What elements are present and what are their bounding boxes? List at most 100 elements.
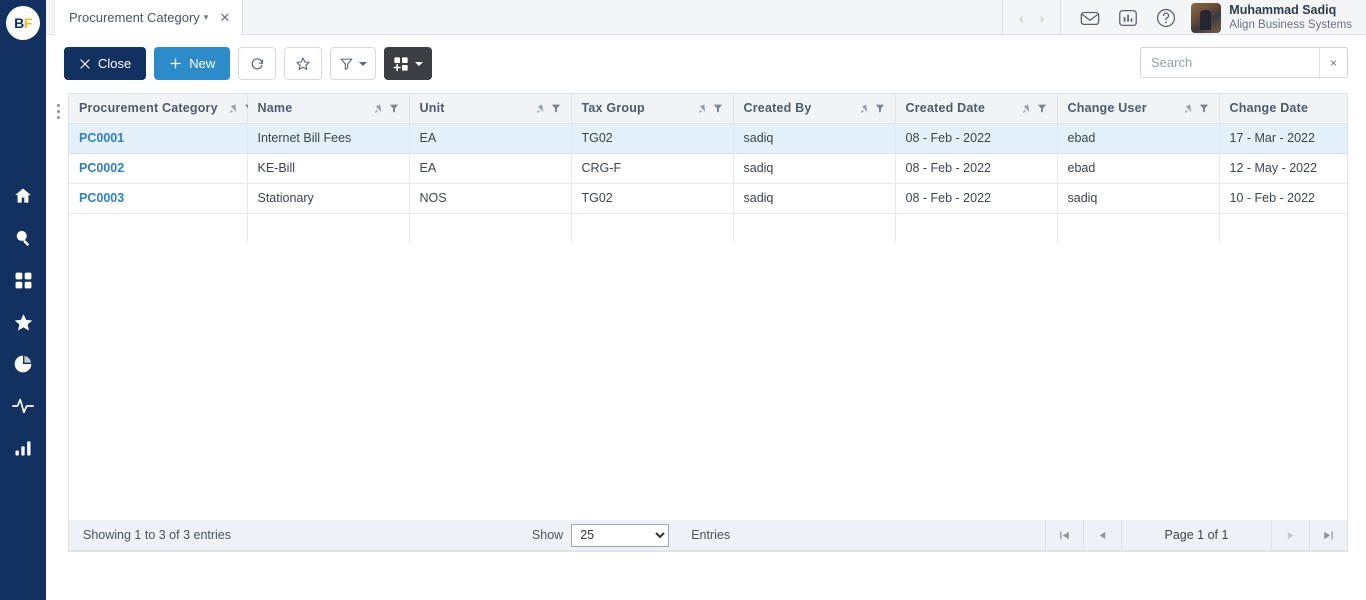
close-button[interactable]: Close [64,47,147,80]
pagination: Page 1 of 1 [1044,519,1347,551]
search-box[interactable]: × [1140,47,1348,78]
table-empty-row [69,213,1347,243]
table-row[interactable]: PC0001 Internet Bill Fees EA TG02 sadiq 08 - … [69,123,1347,154]
column-header-label: Change User [1067,101,1147,116]
column-header-icons[interactable] [1181,103,1209,114]
column-header-name[interactable]: Name [247,94,410,124]
record-link[interactable]: PC0001 [79,131,124,145]
grid-options-handle[interactable] [51,100,65,122]
column-header-change-date[interactable]: Change Date [1219,94,1347,124]
column-filter-icon [1199,104,1208,113]
table-cell: Stationary [247,183,410,214]
star-icon [14,313,32,331]
column-header-created-date[interactable]: Created Date [895,94,1058,124]
column-header-tax-group[interactable]: Tax Group [571,94,734,124]
data-table: Procurement Category Name Unit Tax Group Cre… [69,94,1347,243]
table-cell: 12 - May - 2022 [1219,153,1347,184]
column-header-created-by[interactable]: Created By [733,94,896,124]
column-header-icons[interactable] [1019,103,1047,114]
search-input[interactable] [1141,48,1319,77]
view-options-button[interactable] [384,47,433,80]
table-empty-cell [571,213,734,243]
chevron-down-icon[interactable]: ▾ [204,12,209,23]
sidebar-item-home[interactable] [12,185,34,207]
nav-back-icon[interactable]: ‹ [1019,10,1024,26]
user-name: Muhammad Sadiq [1229,2,1337,17]
plus-icon [170,58,181,69]
column-header-icons[interactable] [695,103,723,114]
show-label: Show [531,528,564,542]
sort-icon [1184,104,1191,113]
toolbar-buttons: Close New [64,47,433,80]
app-logo[interactable]: BF [6,6,40,40]
table-cell: ebad [1057,123,1220,154]
column-filter-icon [389,104,398,113]
column-header-label: Created By [743,101,812,116]
chevron-down-icon [415,61,424,66]
app-root: BF Procurement Category ▾ ✕ ‹ › Muhammad… [0,0,1366,600]
new-button[interactable]: New [154,47,231,80]
record-link[interactable]: PC0002 [79,161,124,175]
data-grid: Procurement Category Name Unit Tax Group Cre… [68,93,1348,552]
column-header-change-user[interactable]: Change User [1057,94,1220,124]
last-page-button[interactable] [1308,519,1347,551]
table-cell: 17 - Mar - 2022 [1219,123,1347,154]
page-size-select[interactable]: 102550100 [571,523,670,547]
sidebar-item-apps[interactable] [12,269,34,291]
close-button-label: Close [98,56,132,71]
table-row[interactable]: PC0003 Stationary NOS TG02 sadiq 08 - Feb - 2… [69,183,1347,214]
bar-chart-icon [15,441,31,456]
nav-forward-icon[interactable]: › [1040,10,1045,26]
filter-button[interactable] [330,47,377,80]
sidebar-item-activity[interactable] [12,395,34,417]
user-org: Align Business Systems [1229,19,1352,32]
topbar-right-group: ‹ › Muhammad Sadiq Align Business System… [1001,0,1366,35]
refresh-button[interactable] [238,47,277,80]
column-header-unit[interactable]: Unit [409,94,572,124]
column-header-icons[interactable] [371,103,399,114]
history-nav: ‹ › [1001,0,1060,35]
table-body: PC0001 Internet Bill Fees EA TG02 sadiq 08 - … [69,123,1347,243]
sidebar-item-search[interactable] [12,227,34,249]
sort-icon [1022,104,1029,113]
first-page-button[interactable] [1044,519,1083,551]
sidebar-item-reports[interactable] [12,353,34,375]
sidebar-item-favorites[interactable] [12,311,34,333]
column-header-icons[interactable] [533,103,561,114]
sidebar-item-analytics[interactable] [12,437,34,459]
sort-icon [860,104,867,113]
table-row[interactable]: PC0002 KE-Bill EA CRG-F sadiq 08 - Feb - 2022… [69,153,1347,184]
table-cell: KE-Bill [247,153,410,184]
sort-icon [229,104,237,113]
tab-procurement-category[interactable]: Procurement Category ▾ ✕ [54,0,244,35]
mail-icon[interactable] [1079,7,1101,29]
next-page-button[interactable] [1270,519,1309,551]
table-cell: PC0001 [69,123,248,154]
table-empty-cell [69,213,248,243]
record-link[interactable]: PC0003 [79,191,124,205]
close-icon[interactable]: ✕ [215,10,230,26]
table-header-row: Procurement Category Name Unit Tax Group Cre… [69,94,1347,124]
table-cell: EA [409,153,572,184]
column-header-procurement-category[interactable]: Procurement Category [69,94,253,124]
column-header-icons[interactable] [1343,103,1347,114]
help-icon[interactable] [1155,7,1177,29]
refresh-icon [251,58,263,70]
prev-page-button[interactable] [1082,519,1121,551]
column-header-icons[interactable] [857,103,885,114]
column-filter-icon [1037,104,1046,113]
user-profile[interactable]: Muhammad Sadiq Align Business Systems [1191,2,1366,33]
search-clear-button[interactable]: × [1319,48,1347,77]
table-empty-cell [1219,213,1347,243]
favorite-button[interactable] [284,47,323,80]
activity-pulse-icon [12,398,34,414]
table-cell: sadiq [733,123,896,154]
column-header-label: Unit [419,101,445,116]
left-sidebar: BF [0,0,46,600]
table-cell: sadiq [733,153,896,184]
column-filter-icon [875,104,884,113]
table-empty-cell [733,213,896,243]
search-icon [16,230,29,246]
chart-icon[interactable] [1117,7,1139,29]
table-cell: 08 - Feb - 2022 [895,123,1058,154]
